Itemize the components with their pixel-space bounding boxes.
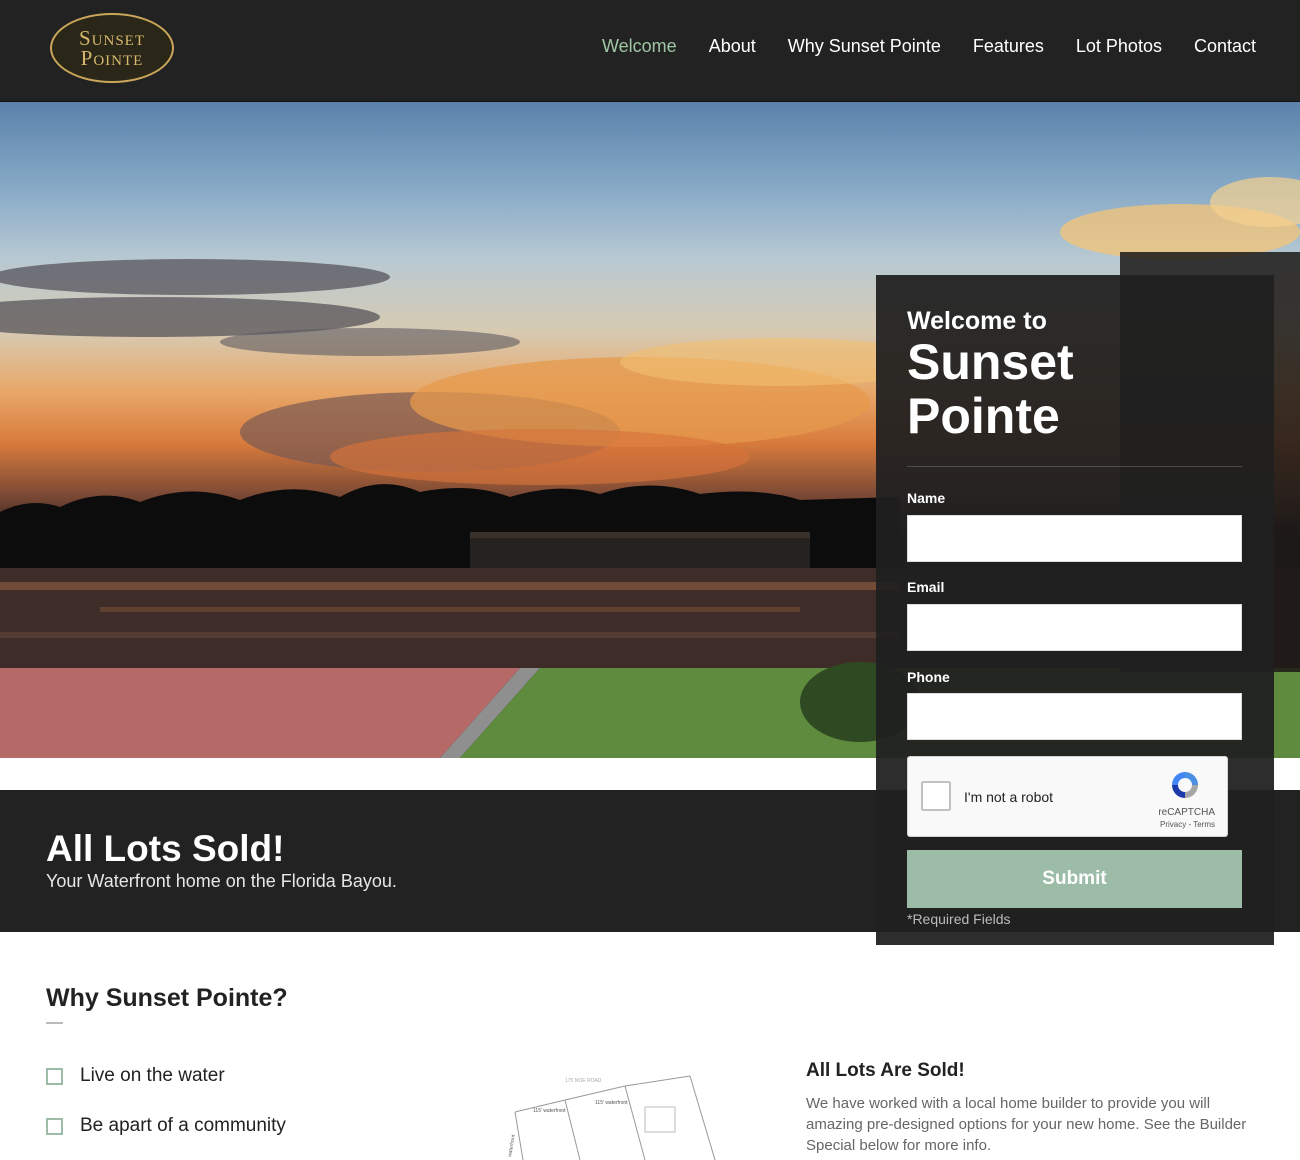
site-header: Sunset Pointe Welcome About Why Sunset P… bbox=[0, 0, 1300, 102]
map-road-label: 175 NOE ROAD bbox=[565, 1078, 602, 1084]
map-lot-label: waterfront bbox=[507, 1134, 517, 1158]
name-input[interactable] bbox=[907, 515, 1242, 562]
checkbox-icon bbox=[46, 1117, 63, 1135]
main-nav: Welcome About Why Sunset Pointe Features… bbox=[602, 36, 1256, 57]
feature-list-item: Be apart of a community bbox=[46, 1115, 286, 1137]
feature-label: Be apart of a community bbox=[80, 1115, 286, 1136]
form-brand-title: Sunset Pointe bbox=[907, 334, 1074, 444]
logo-line-1: Sunset bbox=[78, 26, 145, 50]
recaptcha-brand: reCAPTCHA bbox=[1158, 807, 1215, 818]
recaptcha-label: I'm not a robot bbox=[964, 789, 1054, 805]
email-label: Email bbox=[907, 579, 945, 595]
recaptcha-logo-icon bbox=[1172, 772, 1198, 798]
phone-label: Phone bbox=[907, 669, 950, 685]
nav-welcome[interactable]: Welcome bbox=[602, 36, 677, 57]
map-lot-label: 115' waterfront bbox=[533, 1108, 566, 1114]
feature-label: Live on the water bbox=[80, 1065, 225, 1086]
name-label: Name bbox=[907, 490, 946, 506]
nav-why-sunset-pointe[interactable]: Why Sunset Pointe bbox=[788, 36, 941, 57]
nav-lot-photos[interactable]: Lot Photos bbox=[1076, 36, 1162, 57]
recaptcha-privacy-terms[interactable]: Privacy - Terms bbox=[1160, 820, 1215, 829]
logo-line-2: Pointe bbox=[80, 46, 144, 70]
banner-title: All Lots Sold! bbox=[46, 828, 285, 869]
form-welcome-text: Welcome to bbox=[907, 307, 1047, 335]
map-lot-label: 115' waterfront bbox=[595, 1100, 628, 1106]
nav-contact[interactable]: Contact bbox=[1194, 36, 1256, 57]
email-input[interactable] bbox=[907, 604, 1242, 651]
nav-features[interactable]: Features bbox=[973, 36, 1044, 57]
form-divider bbox=[907, 466, 1242, 467]
contact-form-panel: Welcome to Sunset Pointe Name Email Phon… bbox=[876, 275, 1274, 945]
why-section-title: Why Sunset Pointe? bbox=[46, 984, 288, 1012]
recaptcha-widget: I'm not a robot reCAPTCHA Privacy - Term… bbox=[907, 756, 1228, 837]
banner-subtitle: Your Waterfront home on the Florida Bayo… bbox=[46, 871, 397, 891]
feature-list-item: Live on the water bbox=[46, 1065, 225, 1087]
checkbox-icon bbox=[46, 1067, 63, 1085]
nav-about[interactable]: About bbox=[709, 36, 756, 57]
phone-input[interactable] bbox=[907, 693, 1242, 740]
submit-button[interactable]: Submit bbox=[907, 850, 1242, 908]
lots-sold-text: We have worked with a local home builder… bbox=[806, 1095, 1247, 1154]
lot-plat-map: 175 NOE ROAD 115' waterfront 115' waterf… bbox=[507, 1075, 716, 1160]
why-title-underline bbox=[46, 1022, 63, 1024]
lots-sold-title: All Lots Are Sold! bbox=[806, 1060, 965, 1081]
required-fields-note: *Required Fields bbox=[907, 911, 1011, 927]
recaptcha-checkbox[interactable] bbox=[921, 781, 951, 811]
site-logo[interactable]: Sunset Pointe bbox=[50, 13, 174, 83]
